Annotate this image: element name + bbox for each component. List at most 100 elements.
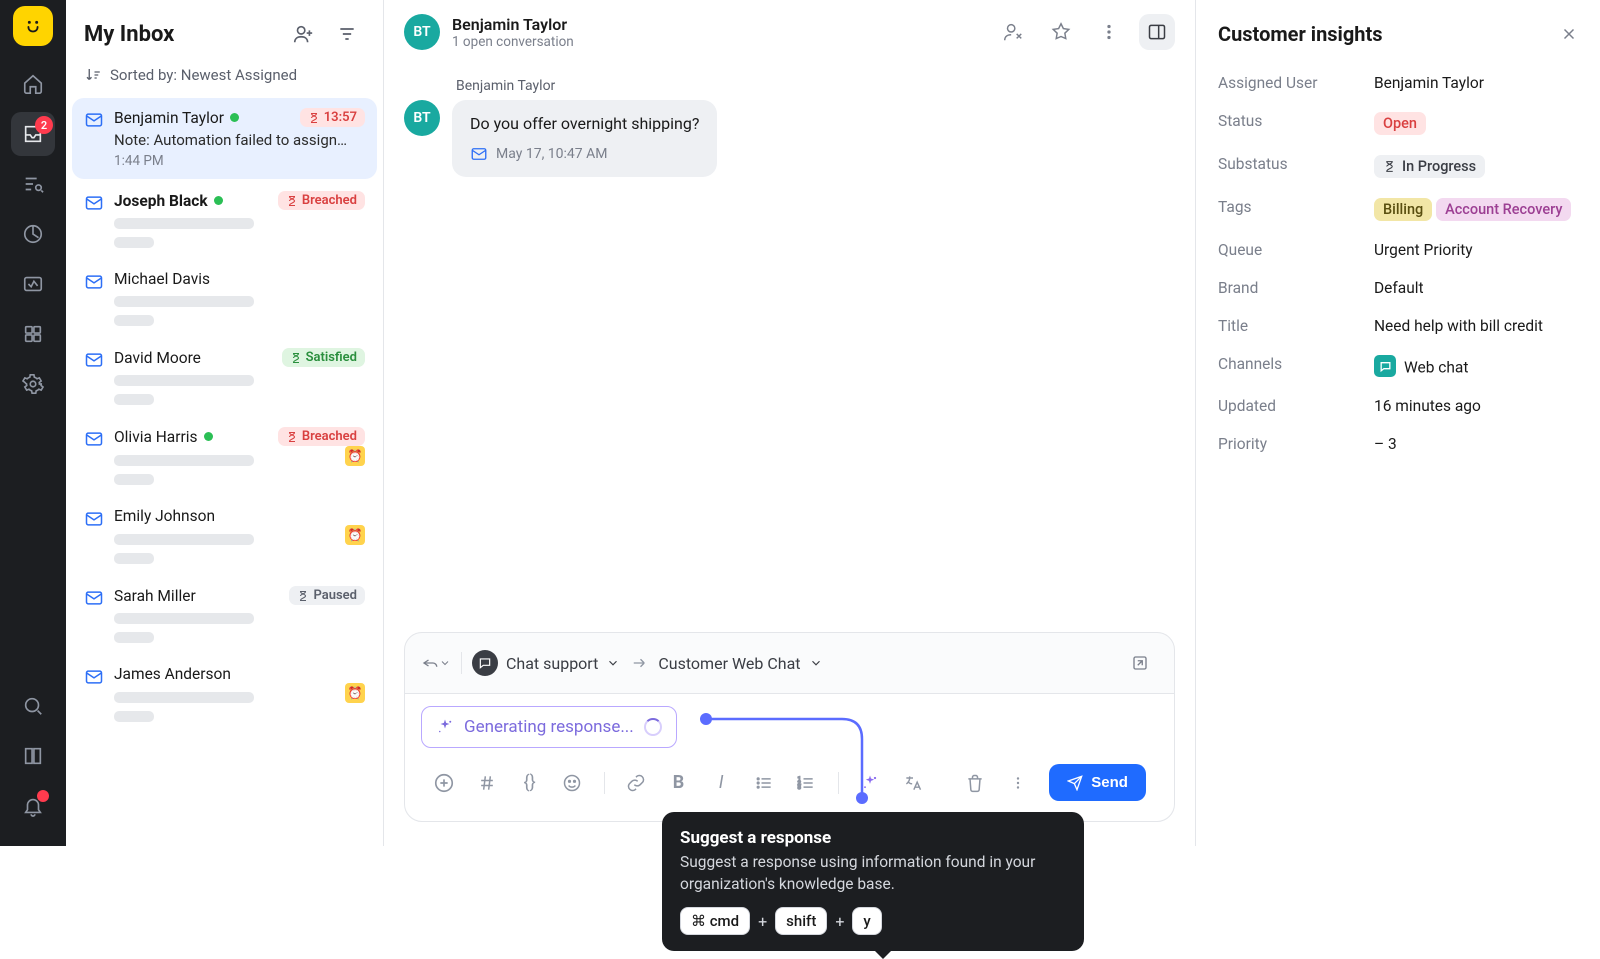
ordered-list-button[interactable]: 123 <box>795 770 818 796</box>
more-button[interactable] <box>1091 14 1127 50</box>
presence-dot <box>204 432 213 441</box>
add-button[interactable] <box>433 770 456 796</box>
key-y: y <box>852 907 881 935</box>
bullet-list-button[interactable] <box>752 770 775 796</box>
rail-home[interactable] <box>11 62 55 106</box>
conversation-item[interactable]: Olivia Harris Breached ⏰ <box>72 417 377 495</box>
status-badge: Open <box>1374 112 1426 135</box>
hash-button[interactable] <box>476 770 499 796</box>
conversation-item[interactable]: Michael Davis <box>72 260 377 336</box>
conversation-item[interactable]: David Moore Satisfied <box>72 338 377 415</box>
emoji-button[interactable] <box>561 770 584 796</box>
rail-docs[interactable] <box>11 734 55 778</box>
conv-name: Joseph Black <box>114 192 208 210</box>
send-icon <box>1067 775 1083 791</box>
conv-note: Note: Automation failed to assign… <box>114 131 365 149</box>
rail-settings[interactable] <box>11 362 55 406</box>
conv-name: David Moore <box>114 349 201 367</box>
chevron-down-icon <box>606 656 620 670</box>
bold-button[interactable]: B <box>667 770 690 796</box>
mail-icon <box>84 429 104 485</box>
rail-apps[interactable] <box>11 312 55 356</box>
rail-notifications[interactable] <box>11 784 55 828</box>
connector-dot-start <box>700 713 712 725</box>
italic-button[interactable]: I <box>710 770 733 796</box>
mail-icon <box>84 588 104 643</box>
webchat-icon <box>1374 355 1396 377</box>
mail-icon <box>84 110 104 169</box>
substatus-badge: In Progress <box>1374 155 1485 178</box>
inbox-title: My Inbox <box>84 22 277 47</box>
conv-name: Sarah Miller <box>114 587 196 605</box>
filter-button[interactable] <box>329 16 365 52</box>
sort-icon <box>84 66 102 84</box>
tag-account-recovery: Account Recovery <box>1436 198 1571 221</box>
rail-search[interactable] <box>11 684 55 728</box>
notification-dot <box>37 790 49 802</box>
conversation-item[interactable]: Joseph Black Breached <box>72 181 377 258</box>
sort-label: Sorted by: Newest Assigned <box>110 66 297 84</box>
insights-panel: Customer insights Assigned UserBenjamin … <box>1196 0 1600 846</box>
toolbar-more-button[interactable] <box>1007 770 1030 796</box>
variable-button[interactable]: {} <box>518 770 541 796</box>
message-text: Do you offer overnight shipping? <box>470 114 699 133</box>
sla-pill: 13:57 <box>300 108 365 127</box>
conv-name: Emily Johnson <box>114 507 215 525</box>
svg-text:3: 3 <box>798 784 801 790</box>
assign-button[interactable] <box>285 16 321 52</box>
key-cmd: ⌘ cmd <box>680 907 750 935</box>
sla-pill: Breached <box>278 191 365 210</box>
sla-pill: Breached <box>278 427 365 446</box>
translate-button[interactable] <box>901 770 924 796</box>
chevron-down-icon <box>809 656 823 670</box>
conversation-item[interactable]: Emily Johnson ⏰ <box>72 497 377 574</box>
conv-name: Benjamin Taylor <box>114 109 224 127</box>
link-button[interactable] <box>625 770 648 796</box>
spinner-icon <box>644 718 662 736</box>
conv-name: Olivia Harris <box>114 428 198 446</box>
composer: Chat support Customer Web Chat <box>404 632 1175 822</box>
expand-composer-button[interactable] <box>1122 645 1158 681</box>
rail-inbox[interactable]: 2 <box>11 112 55 156</box>
tooltip-title: Suggest a response <box>680 828 1066 848</box>
rail-activity[interactable] <box>11 262 55 306</box>
mail-icon <box>84 350 104 405</box>
hourglass-icon <box>1383 160 1396 173</box>
tag-billing: Billing <box>1374 198 1432 221</box>
trash-button[interactable] <box>964 770 987 796</box>
conversation-item[interactable]: Sarah Miller Paused <box>72 576 377 653</box>
rail-reports[interactable] <box>11 212 55 256</box>
message-bubble: Do you offer overnight shipping? May 17,… <box>452 100 717 177</box>
star-button[interactable] <box>1043 14 1079 50</box>
sla-pill: Satisfied <box>282 348 365 367</box>
nav-rail: 2 <box>0 0 66 846</box>
mail-icon <box>470 145 488 163</box>
channel-dest[interactable]: Customer Web Chat <box>658 654 822 673</box>
conv-name: Michael Davis <box>114 270 210 288</box>
conv-name: James Anderson <box>114 665 231 683</box>
presence-dot <box>214 196 223 205</box>
customer-sub: 1 open conversation <box>452 34 574 50</box>
sort-bar[interactable]: Sorted by: Newest Assigned <box>66 56 383 96</box>
mail-icon <box>84 272 104 326</box>
presence-dot <box>230 113 239 122</box>
conversation-item[interactable]: James Anderson ⏰ <box>72 655 377 732</box>
edit-user-button[interactable] <box>995 14 1031 50</box>
key-shift: shift <box>775 907 827 935</box>
channel-source[interactable]: Chat support <box>472 650 620 676</box>
message-timestamp: May 17, 10:47 AM <box>496 146 608 162</box>
send-button[interactable]: Send <box>1049 764 1146 801</box>
toggle-sidebar-button[interactable] <box>1139 14 1175 50</box>
insights-title: Customer insights <box>1218 22 1383 46</box>
alarm-icon: ⏰ <box>345 683 365 703</box>
sparkle-icon <box>436 718 454 736</box>
app-logo <box>13 6 53 46</box>
connector-dot-end <box>856 792 868 804</box>
reply-mode[interactable] <box>421 645 451 681</box>
conv-timestamp: 1:44 PM <box>114 153 365 169</box>
conversation-item[interactable]: Benjamin Taylor 13:57 Note: Automation f… <box>72 98 377 179</box>
mail-icon <box>84 667 104 722</box>
inbox-badge: 2 <box>35 116 53 134</box>
rail-list-search[interactable] <box>11 162 55 206</box>
close-button[interactable] <box>1560 25 1578 43</box>
